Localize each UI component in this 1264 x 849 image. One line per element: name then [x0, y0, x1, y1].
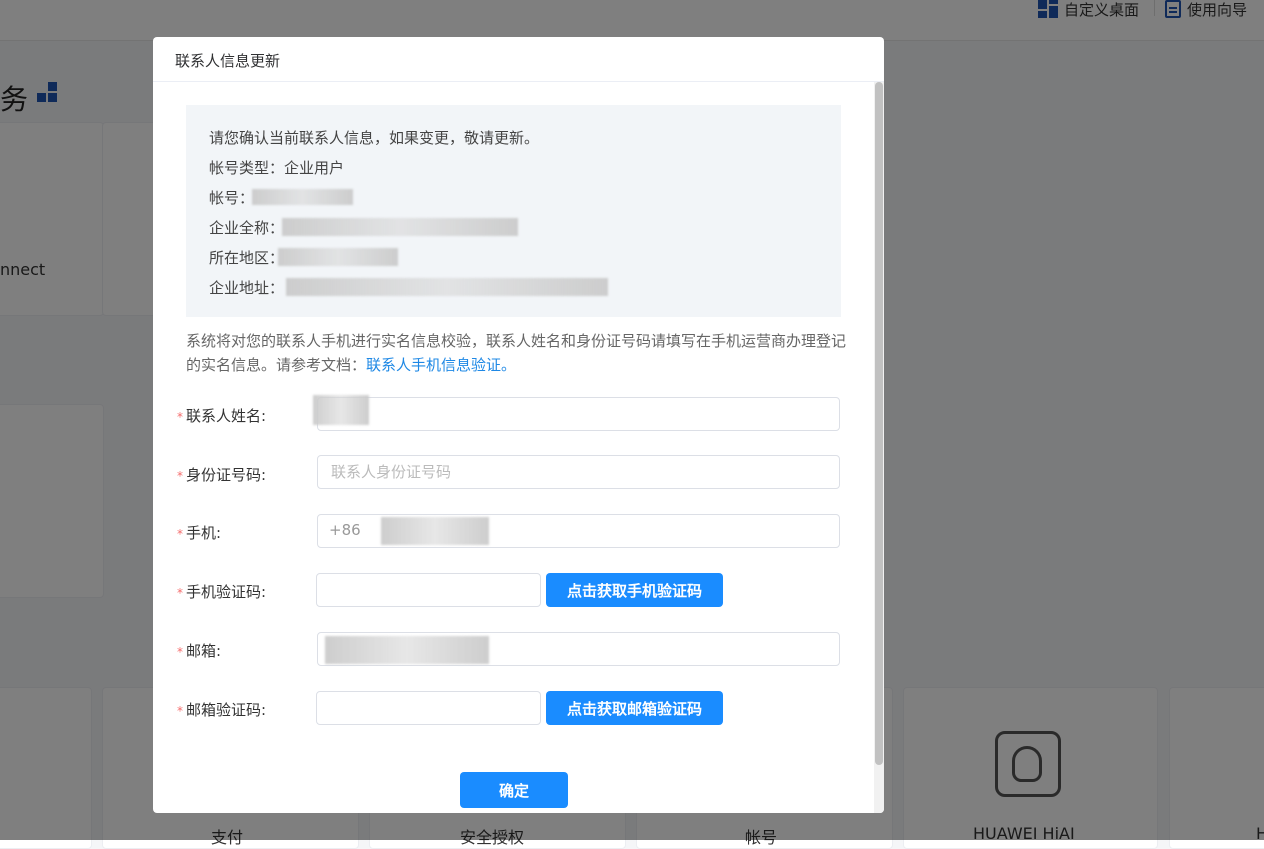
redacted-region: [278, 248, 398, 266]
dialog-title: 联系人信息更新: [175, 52, 281, 70]
email-code-input[interactable]: [316, 691, 541, 725]
contact-update-dialog: 联系人信息更新 请您确认当前联系人信息，如果变更，敬请更新。 帐号类型：企业用户…: [153, 37, 884, 813]
dialog-header: 联系人信息更新: [153, 37, 884, 82]
confirm-button[interactable]: 确定: [460, 772, 568, 808]
info-intro: 请您确认当前联系人信息，如果变更，敬请更新。: [209, 129, 540, 147]
contact-name-label-text: 联系人姓名:: [186, 407, 267, 425]
id-number-input[interactable]: [317, 455, 840, 489]
account-type-value: 企业用户: [284, 159, 345, 177]
required-mark: *: [177, 586, 183, 600]
account-label: 帐号：: [209, 189, 255, 207]
phone-code-input[interactable]: [316, 573, 541, 607]
redacted-phone: [381, 517, 489, 545]
dialog-scrollbar[interactable]: [874, 82, 884, 813]
required-mark: *: [177, 704, 183, 718]
verification-description: 系统将对您的联系人手机进行实名信息校验，联系人姓名和身份证号码请填写在手机运营商…: [186, 329, 846, 377]
redacted-account: [252, 189, 353, 205]
info-region: 所在地区：: [209, 247, 284, 268]
email-code-label: * 邮箱验证码:: [177, 699, 266, 720]
doc-link[interactable]: 联系人手机信息验证。: [366, 356, 516, 374]
phone-code-label: * 手机验证码:: [177, 581, 266, 602]
info-company-name: 企业全称：: [209, 217, 284, 238]
email-label: * 邮箱:: [177, 640, 221, 661]
get-phone-code-button[interactable]: 点击获取手机验证码: [546, 573, 723, 607]
contact-name-label: * 联系人姓名:: [177, 405, 266, 426]
phone-code-label-text: 手机验证码:: [186, 583, 267, 601]
address-label: 企业地址：: [209, 279, 285, 297]
email-label-text: 邮箱:: [186, 642, 222, 660]
account-info-panel: 请您确认当前联系人信息，如果变更，敬请更新。 帐号类型：企业用户 帐号： 企业全…: [186, 105, 841, 317]
redacted-email: [325, 636, 489, 664]
redacted-company-name: [282, 218, 518, 236]
phone-label-text: 手机:: [186, 524, 222, 542]
account-type-label: 帐号类型：: [209, 159, 285, 177]
required-mark: *: [177, 410, 183, 424]
info-address: 企业地址：: [209, 277, 284, 298]
phone-prefix: +86: [329, 521, 361, 539]
phone-label: * 手机:: [177, 522, 221, 543]
info-account-type: 帐号类型：企业用户: [209, 157, 344, 178]
email-code-label-text: 邮箱验证码:: [186, 701, 267, 719]
info-account: 帐号：: [209, 187, 254, 208]
redacted-address: [286, 278, 608, 296]
get-email-code-button[interactable]: 点击获取邮箱验证码: [546, 691, 723, 725]
id-number-label-text: 身份证号码:: [186, 466, 267, 484]
contact-name-input[interactable]: [317, 397, 840, 431]
redacted-contact-name: [313, 395, 369, 425]
id-number-label: * 身份证号码:: [177, 464, 266, 485]
region-label: 所在地区：: [209, 249, 285, 267]
company-name-label: 企业全称：: [209, 219, 285, 237]
required-mark: *: [177, 527, 183, 541]
required-mark: *: [177, 469, 183, 483]
scrollbar-thumb[interactable]: [875, 82, 883, 765]
required-mark: *: [177, 645, 183, 659]
